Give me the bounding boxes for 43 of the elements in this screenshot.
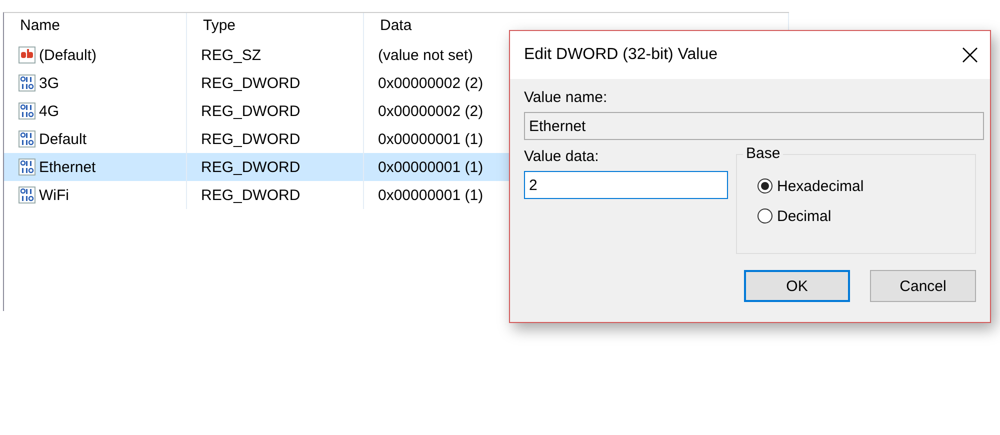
dialog-button[interactable]: Cancel: [870, 270, 976, 302]
value-type: REG_DWORD: [201, 186, 300, 204]
column-header[interactable]: Name: [4, 13, 187, 41]
close-icon[interactable]: [962, 47, 978, 63]
dialog-button[interactable]: OK: [744, 270, 850, 302]
value-data: 0x00000001 (1): [378, 186, 484, 204]
table-row-name[interactable]: 4G: [4, 97, 187, 125]
value-data: 0x00000001 (1): [378, 158, 484, 176]
binary-value-icon: [18, 130, 36, 148]
field-label: Value name:: [524, 89, 608, 106]
value-name: WiFi: [39, 186, 69, 204]
value-name: (Default): [39, 46, 97, 64]
radio-label[interactable]: Decimal: [777, 208, 832, 224]
value-name: Default: [39, 130, 87, 148]
dialog-title: Edit DWORD (32-bit) Value: [524, 46, 718, 64]
value-data: 0x00000001 (1): [378, 130, 484, 148]
table-row-name[interactable]: WiFi: [4, 181, 187, 209]
binary-value-icon: [18, 158, 36, 176]
field-label: Value data:: [524, 148, 599, 165]
value-name: 3G: [39, 74, 60, 92]
table-row-name[interactable]: 3G: [4, 69, 187, 97]
binary-value-icon: [18, 74, 36, 92]
value-data: (value not set): [378, 46, 474, 64]
value-type: REG_DWORD: [201, 130, 300, 148]
value-type: REG_SZ: [201, 46, 262, 64]
value-type: REG_DWORD: [201, 158, 300, 176]
binary-value-icon: [18, 102, 36, 120]
string-value-icon: [18, 46, 36, 64]
value-data-field[interactable]: 2: [524, 171, 728, 199]
radio-label[interactable]: Hexadecimal: [777, 178, 864, 194]
value-data: 0x00000002 (2): [378, 102, 484, 120]
column-header[interactable]: Type: [187, 13, 364, 41]
value-name-field: Ethernet: [524, 112, 984, 140]
value-data: 0x00000002 (2): [378, 74, 484, 92]
table-row-name[interactable]: Ethernet: [4, 153, 187, 181]
radio-button[interactable]: [757, 178, 773, 194]
table-row-name[interactable]: (Default): [4, 41, 187, 69]
binary-value-icon: [18, 186, 36, 204]
value-type: REG_DWORD: [201, 102, 300, 120]
value-name: Ethernet: [39, 158, 96, 176]
radio-button[interactable]: [757, 208, 773, 224]
value-name: 4G: [39, 102, 60, 120]
value-type: REG_DWORD: [201, 74, 300, 92]
